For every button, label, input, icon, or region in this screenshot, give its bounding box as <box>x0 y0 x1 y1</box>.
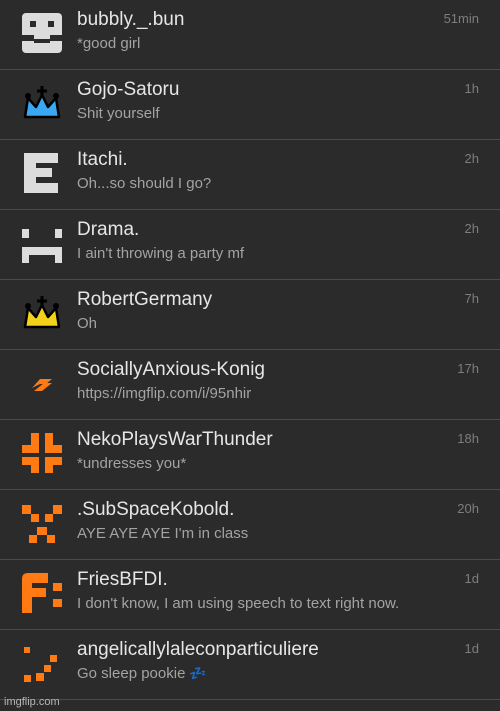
chat-time: 1d <box>464 571 479 586</box>
chat-time: 51min <box>443 11 479 26</box>
chat-message: AYE AYE AYE I'm in class <box>77 525 249 542</box>
orange-pixel-icon <box>20 431 64 475</box>
chat-message: Go sleep pookie 💤 <box>77 665 207 682</box>
orange-pixel-smile-icon <box>20 641 64 685</box>
sleep-emoji: 💤 <box>189 665 207 681</box>
chat-row[interactable]: angelicallylaleconparticuliere Go sleep … <box>0 630 500 700</box>
chat-row[interactable]: .SubSpaceKobold. AYE AYE AYE I'm in clas… <box>0 490 500 560</box>
chat-name: angelicallylaleconparticuliere <box>77 639 319 660</box>
chat-name: FriesBFDI. <box>77 569 168 590</box>
chat-name: NekoPlaysWarThunder <box>77 429 273 450</box>
orange-pixel-face-icon <box>20 501 64 545</box>
chat-time: 1d <box>464 641 479 656</box>
chat-row[interactable]: NekoPlaysWarThunder *undresses you* 18h <box>0 420 500 490</box>
chat-time: 17h <box>457 361 479 376</box>
yellow-crown-icon <box>20 291 64 335</box>
chat-row[interactable]: Itachi. Oh...so should I go? 2h <box>0 140 500 210</box>
chat-name: .SubSpaceKobold. <box>77 499 235 520</box>
chat-time: 20h <box>457 501 479 516</box>
white-pixel-face-icon <box>20 11 64 55</box>
chat-message: https://imgflip.com/i/95nhir <box>77 385 252 402</box>
chat-row[interactable]: bubbly._.bun *good girl 51min <box>0 0 500 70</box>
chat-row[interactable]: RobertGermany Oh 7h <box>0 280 500 350</box>
chat-message-text: Go sleep pookie <box>77 665 186 682</box>
chat-time: 7h <box>464 291 479 306</box>
chat-name: Itachi. <box>77 149 128 170</box>
white-e-icon <box>20 151 64 195</box>
chat-name: bubbly._.bun <box>77 9 185 30</box>
imgflip-watermark: imgflip.com <box>4 696 60 708</box>
chat-message: I don't know, I am using speech to text … <box>77 595 400 612</box>
orange-bolt-icon <box>20 361 64 405</box>
chat-name: Drama. <box>77 219 140 240</box>
chat-row[interactable]: FriesBFDI. I don't know, I am using spee… <box>0 560 500 630</box>
blue-crown-icon <box>20 81 64 125</box>
chat-message: Oh...so should I go? <box>77 175 212 192</box>
chat-message: I ain't throwing a party mf <box>77 245 245 262</box>
chat-name: SociallyAnxious-Konig <box>77 359 265 380</box>
chat-row[interactable]: Gojo-Satoru Shit yourself 1h <box>0 70 500 140</box>
orange-f-icon <box>20 571 64 615</box>
chat-time: 1h <box>464 81 479 96</box>
chat-message: Oh <box>77 315 98 332</box>
chat-message: *good girl <box>77 35 141 52</box>
chat-row[interactable]: SociallyAnxious-Konig https://imgflip.co… <box>0 350 500 420</box>
chat-message: Shit yourself <box>77 105 160 122</box>
chat-name: RobertGermany <box>77 289 213 310</box>
chat-message: *undresses you* <box>77 455 187 472</box>
chat-time: 2h <box>464 221 479 236</box>
chat-time: 18h <box>457 431 479 446</box>
chat-time: 2h <box>464 151 479 166</box>
chat-name: Gojo-Satoru <box>77 79 180 100</box>
white-pixel-face-icon <box>20 221 64 265</box>
chat-row[interactable]: Drama. I ain't throwing a party mf 2h <box>0 210 500 280</box>
chat-list: bubbly._.bun *good girl 51min Gojo-Sator… <box>0 0 500 700</box>
